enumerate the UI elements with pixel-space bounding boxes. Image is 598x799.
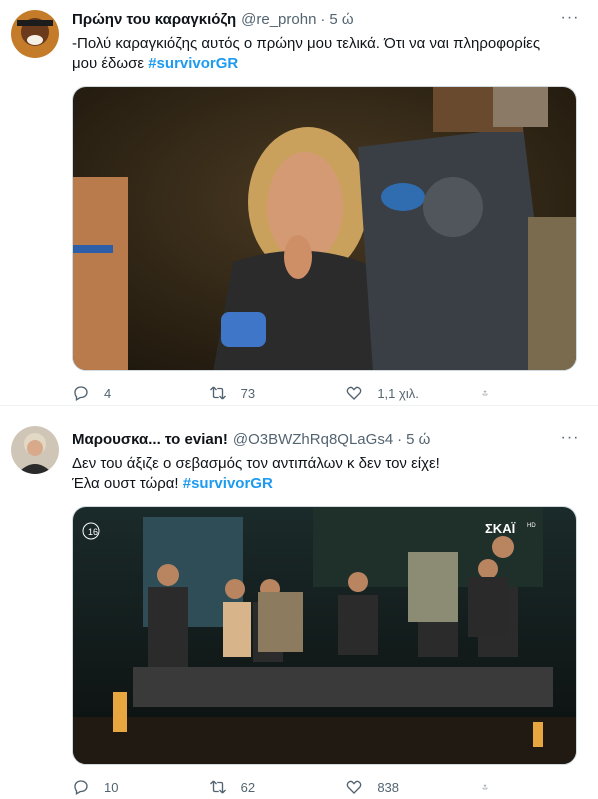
user-handle[interactable]: @O3BWZhRq8QLaGs4 [233,430,393,450]
tweet-text-line: -Πολύ καραγκιόζης αυτός ο πρώην μου τελι… [72,35,541,52]
like-icon [346,386,362,400]
separator-dot: · [397,431,403,448]
display-name[interactable]: Μαρουσκα... το evian! [72,430,228,450]
like-button[interactable]: 838 [345,778,455,796]
tweet-text-segment: Έλα ουστ τώρα! [72,475,183,492]
tweet-text-line: μου έδωσε #survivorGR [72,54,578,74]
channel-logo: ΣΚΑΪ [485,521,516,536]
like-count: 1,1 χιλ. [377,385,419,401]
tweet[interactable]: Μαρουσκα... το evian! @O3BWZhRq8QLaGs4 ·… [0,420,598,799]
more-icon[interactable]: ··· [560,10,580,32]
tweet-text: -Πολύ καραγκιόζης αυτός ο πρώην μου τελι… [72,34,578,74]
tweet-text-segment: μου έδωσε [72,55,149,72]
tweet-header: Μαρουσκα... το evian! @O3BWZhRq8QLaGs4 ·… [72,430,558,450]
tweet-actions: 10 62 838 [72,778,502,796]
tweet[interactable]: Πρώην του καραγκιόζη @re_prohn · 5 ώ ···… [0,0,598,406]
avatar[interactable] [11,10,59,58]
tweet-video[interactable]: 16 ΣΚΑΪ HD [72,506,577,765]
tweet-text: Δεν του άξιζε ο σεβασμός τον αντιπάλων κ… [72,454,578,494]
share-icon [482,784,488,790]
reply-button[interactable]: 10 [72,778,182,796]
hashtag-link[interactable]: #survivorGR [183,475,273,492]
tweet-header: Πρώην του καραγκιόζη @re_prohn · 5 ώ [72,10,558,30]
retweet-icon [209,386,226,400]
retweet-button[interactable]: 62 [209,778,319,796]
reply-icon [74,386,88,401]
tweet-text-line: Δεν του άξιζε ο σεβασμός τον αντιπάλων κ… [72,455,440,472]
timestamp[interactable]: 5 ώ [329,10,353,30]
reply-icon [74,780,88,795]
display-name[interactable]: Πρώην του καραγκιόζη [72,10,236,30]
reply-count: 10 [104,779,119,795]
share-button[interactable] [482,778,502,796]
share-icon [482,390,488,396]
share-button[interactable] [482,384,502,402]
tweet-actions: 4 73 1,1 χιλ. [72,384,502,402]
retweet-count: 62 [240,779,256,795]
avatar[interactable] [11,426,59,474]
user-handle[interactable]: @re_prohn [241,10,316,30]
tweet-image[interactable] [72,86,577,371]
hashtag-link[interactable]: #survivorGR [148,55,238,72]
like-icon [346,780,362,794]
separator-dot: · [320,11,326,28]
reply-count: 4 [104,385,112,401]
retweet-count: 73 [240,385,256,401]
reply-button[interactable]: 4 [72,384,182,402]
retweet-icon [209,780,226,794]
like-count: 838 [377,779,400,795]
like-button[interactable]: 1,1 χιλ. [345,384,455,402]
retweet-button[interactable]: 73 [209,384,319,402]
timestamp[interactable]: 5 ώ [406,430,430,450]
more-icon[interactable]: ··· [560,430,580,452]
channel-hd-label: HD [527,523,536,529]
tweet-text-line: Έλα ουστ τώρα! #survivorGR [72,474,578,494]
video-rating-badge: 16 [88,527,98,537]
